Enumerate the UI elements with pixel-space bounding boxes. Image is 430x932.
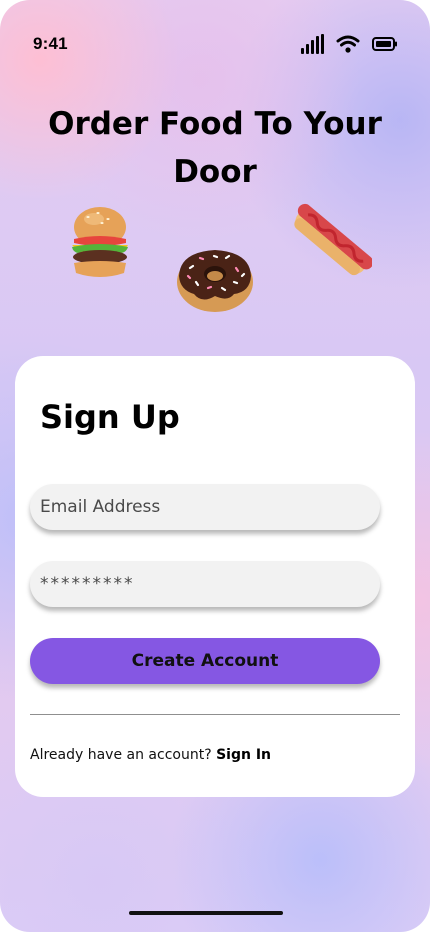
donut-icon: [174, 246, 256, 318]
password-field[interactable]: [30, 561, 380, 607]
status-bar: 9:41: [0, 0, 430, 90]
signin-prompt-text: Already have an account?: [30, 747, 212, 763]
cellular-signal-icon: [300, 34, 324, 54]
email-field[interactable]: [30, 484, 380, 530]
status-time: 9:41: [33, 34, 68, 53]
signin-prompt-row: Already have an account? Sign In: [30, 747, 271, 763]
signin-link[interactable]: Sign In: [216, 747, 271, 763]
burger-icon: [66, 203, 134, 287]
phone-screen: 9:41 Order Food To Your Door Sign Up Ema…: [0, 0, 430, 932]
wifi-icon: [336, 35, 360, 53]
battery-icon: [372, 37, 398, 51]
status-icons: [300, 34, 398, 54]
home-indicator[interactable]: [129, 911, 283, 915]
signup-card: Sign Up Create Account Already have an a…: [15, 356, 415, 797]
divider: [30, 714, 400, 715]
signup-title: Sign Up: [40, 398, 180, 436]
create-account-button[interactable]: Create Account: [30, 638, 380, 684]
hero-headline: Order Food To Your Door: [48, 106, 382, 190]
hotdog-icon: [290, 200, 374, 288]
